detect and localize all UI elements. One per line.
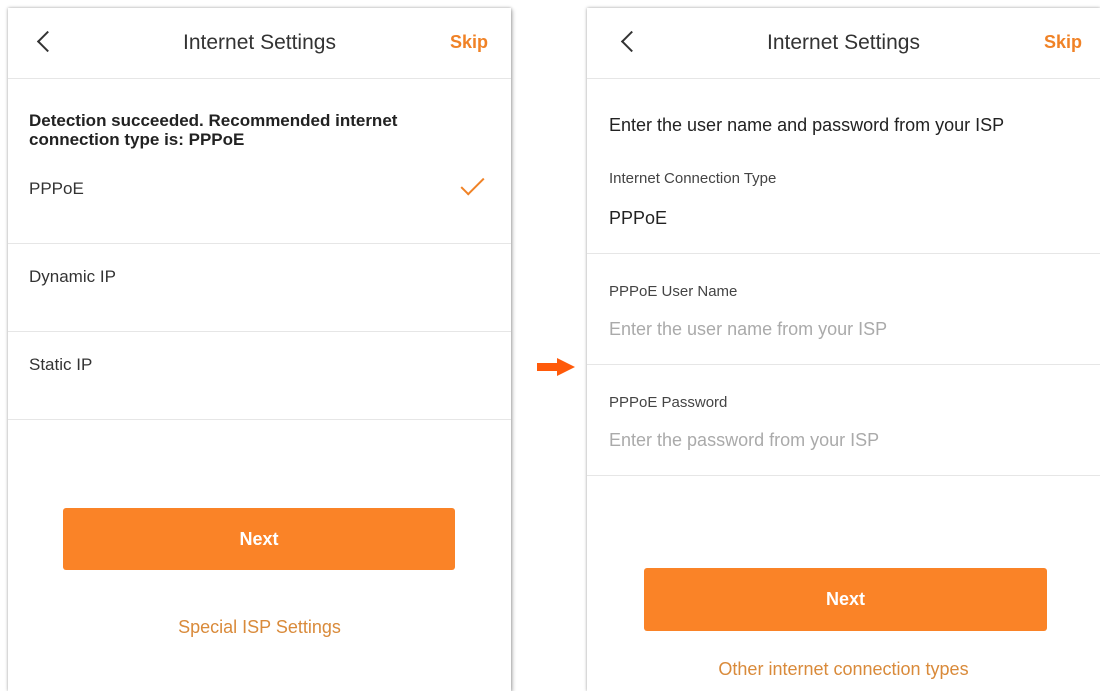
- connection-type-label: Internet Connection Type: [609, 170, 777, 187]
- instruction-text: Enter the user name and password from yo…: [609, 115, 1005, 135]
- page-title: Internet Settings: [183, 31, 336, 54]
- arrow-right-icon: [537, 358, 575, 376]
- username-input[interactable]: [609, 316, 1069, 342]
- divider: [587, 253, 1100, 254]
- check-icon: [460, 171, 485, 196]
- detection-message: Detection succeeded. Recommended interne…: [29, 111, 398, 149]
- password-input[interactable]: [609, 427, 1069, 453]
- skip-button[interactable]: Skip: [450, 32, 488, 53]
- option-label: PPPoE: [29, 179, 84, 198]
- header: Internet Settings Skip: [587, 8, 1100, 79]
- next-button[interactable]: Next: [644, 568, 1047, 631]
- option-label: Static IP: [29, 355, 93, 374]
- username-label: PPPoE User Name: [609, 283, 738, 300]
- divider: [587, 364, 1100, 365]
- option-dynamic-ip[interactable]: Dynamic IP: [8, 243, 511, 332]
- next-button[interactable]: Next: [63, 508, 455, 570]
- option-static-ip[interactable]: Static IP: [8, 331, 511, 420]
- connection-type-value: PPPoE: [609, 208, 668, 228]
- special-isp-settings-link[interactable]: Special ISP Settings: [8, 617, 511, 638]
- option-pppoe[interactable]: PPPoE: [8, 155, 511, 244]
- divider: [587, 475, 1100, 476]
- header: Internet Settings Skip: [8, 8, 511, 79]
- page-title: Internet Settings: [767, 31, 920, 54]
- password-label: PPPoE Password: [609, 394, 728, 411]
- skip-button[interactable]: Skip: [1044, 32, 1082, 53]
- other-connection-types-link[interactable]: Other internet connection types: [587, 659, 1100, 680]
- option-label: Dynamic IP: [29, 267, 116, 286]
- pppoe-credentials-screen: Internet Settings Skip Enter the user na…: [587, 8, 1100, 691]
- connection-type-screen: Internet Settings Skip Detection succeed…: [8, 8, 511, 691]
